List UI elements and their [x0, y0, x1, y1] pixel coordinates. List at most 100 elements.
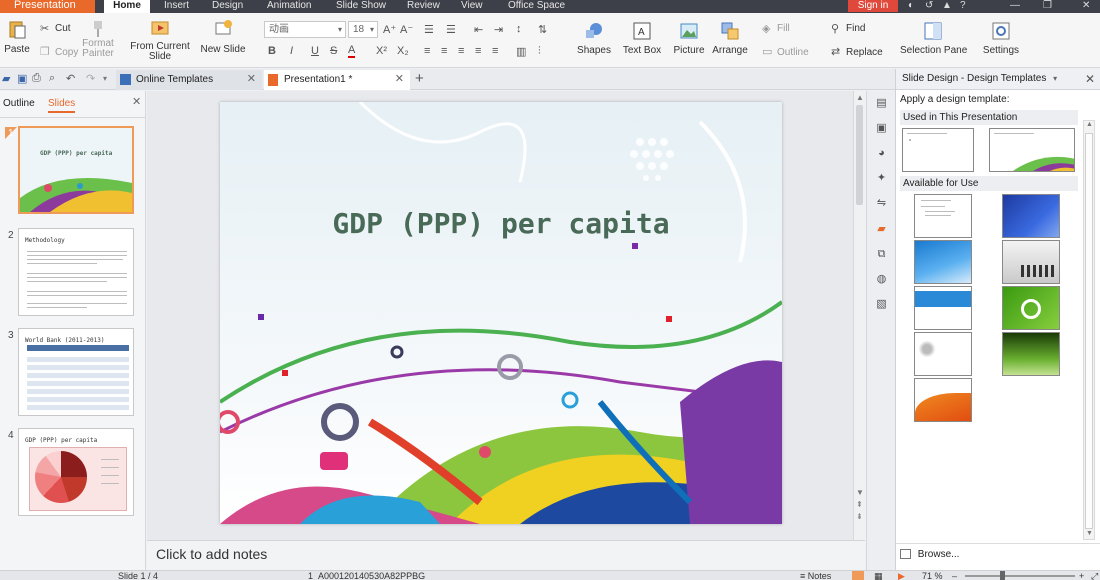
pane-scrollbar[interactable]: ▲ ▼: [1083, 120, 1095, 540]
close-icon[interactable]: ✕: [395, 70, 404, 89]
skin-icon[interactable]: ◐: [908, 0, 914, 11]
scroll-thumb[interactable]: [856, 105, 863, 205]
design-template-icon[interactable]: ▰: [875, 223, 888, 236]
tab-insert[interactable]: Insert: [164, 0, 189, 13]
photo-icon[interactable]: ▧: [875, 298, 888, 311]
slide-thumb-3[interactable]: World Bank (2011-2013): [18, 328, 134, 416]
align-right-icon[interactable]: ≡: [458, 45, 464, 57]
template-thumb[interactable]: [1002, 286, 1060, 330]
close-icon[interactable]: ✕: [247, 70, 256, 89]
align-left-icon[interactable]: ≡: [424, 45, 430, 57]
selection-pane-button[interactable]: Selection Pane: [900, 21, 967, 56]
previous-slide-icon[interactable]: ⇞: [856, 500, 863, 509]
chevron-up-icon[interactable]: ▲: [856, 93, 864, 102]
undo-history-icon[interactable]: ↺: [925, 0, 933, 11]
slide-canvas[interactable]: GDP (PPP) per capita: [220, 102, 782, 524]
animation-icon[interactable]: ✦: [875, 172, 888, 185]
template-thumb[interactable]: [1002, 240, 1060, 284]
minimize-icon[interactable]: —: [1010, 0, 1020, 11]
zoom-in-icon[interactable]: +: [1079, 571, 1084, 580]
slide-sorter-icon[interactable]: ▦: [874, 571, 883, 580]
browse-link[interactable]: Browse...: [900, 549, 959, 560]
chevron-down-icon[interactable]: ▼: [1086, 530, 1093, 537]
paste-button[interactable]: Paste: [2, 19, 32, 55]
chevron-up-icon[interactable]: ▲: [1086, 121, 1093, 128]
font-color-icon[interactable]: A: [348, 45, 356, 58]
notes-toggle[interactable]: ≡ Notes: [800, 571, 831, 580]
transition-icon[interactable]: ⇋: [875, 197, 888, 210]
close-window-icon[interactable]: ✕: [1082, 0, 1090, 11]
fit-window-icon[interactable]: ⤢: [1091, 571, 1098, 580]
close-icon[interactable]: ✕: [1085, 69, 1095, 89]
document-icon[interactable]: ▤: [875, 97, 888, 110]
save-icon[interactable]: ▣: [17, 72, 27, 85]
picture-button[interactable]: Picture: [672, 21, 706, 56]
format-painter-button[interactable]: Format Painter: [80, 19, 116, 59]
app-menu-button[interactable]: Presentation: [0, 0, 95, 13]
template-thumb[interactable]: [902, 128, 974, 172]
arrange-button[interactable]: Arrange: [710, 21, 750, 56]
restore-icon[interactable]: ❐: [1043, 0, 1052, 11]
play-icon[interactable]: ▶: [898, 571, 905, 580]
outline-icon[interactable]: ▭: [762, 45, 772, 58]
find-icon[interactable]: ⚲: [831, 22, 839, 35]
tab-view[interactable]: View: [461, 0, 483, 13]
print-icon[interactable]: ⎙: [32, 72, 41, 85]
help-icon[interactable]: ?: [960, 0, 966, 11]
shapes-button[interactable]: Shapes: [576, 21, 612, 56]
folder-icon[interactable]: ▰: [2, 72, 10, 85]
decrease-indent-icon[interactable]: ⇤: [474, 23, 483, 36]
redo-icon[interactable]: ↷: [86, 72, 95, 85]
text-box-button[interactable]: A Text Box: [622, 21, 662, 56]
subscript-icon[interactable]: X₂: [397, 45, 409, 57]
scroll-thumb[interactable]: [1085, 133, 1093, 529]
superscript-icon[interactable]: X²: [376, 45, 387, 57]
outline-button[interactable]: Outline: [777, 47, 809, 58]
align-center-icon[interactable]: ≡: [441, 45, 447, 57]
template-thumb[interactable]: [914, 240, 972, 284]
text-align-icon[interactable]: ⫶: [538, 45, 541, 58]
zoom-slider-handle[interactable]: [1000, 571, 1005, 580]
notes-pane[interactable]: Click to add notes: [147, 540, 865, 570]
close-icon[interactable]: ✕: [132, 95, 141, 108]
new-slide-button[interactable]: New Slide: [198, 19, 248, 55]
slide-thumb-2[interactable]: Methodology: [18, 228, 134, 316]
fill-icon[interactable]: ◈: [762, 22, 770, 35]
zoom-out-icon[interactable]: –: [952, 571, 957, 580]
grow-font-icon[interactable]: A⁺: [383, 23, 396, 36]
backup-icon[interactable]: ⧉: [875, 248, 888, 261]
chevron-down-icon[interactable]: ▾: [103, 74, 107, 83]
slide-thumb-4[interactable]: GDP (PPP) per capita: [18, 428, 134, 516]
from-current-slide-button[interactable]: From Current Slide: [130, 19, 190, 62]
increase-indent-icon[interactable]: ⇥: [494, 23, 503, 36]
underline-icon[interactable]: U: [311, 45, 319, 57]
tab-online-templates[interactable]: Online Templates ✕: [116, 70, 262, 90]
print-preview-icon[interactable]: ⌕: [49, 72, 55, 85]
distribute-icon[interactable]: ≡: [492, 45, 498, 57]
copy-button[interactable]: Copy: [55, 47, 78, 58]
slide-thumb-1[interactable]: GDP (PPP) per capita: [18, 126, 134, 214]
numbering-icon[interactable]: ☰: [446, 23, 456, 36]
font-name-field[interactable]: 动画 ▾: [264, 21, 346, 38]
tab-presentation1[interactable]: Presentation1 * ✕: [264, 70, 410, 90]
bullets-icon[interactable]: ☰: [424, 23, 434, 36]
tab-outline[interactable]: Outline: [3, 98, 35, 109]
zoom-slider[interactable]: [965, 575, 1075, 577]
zoom-level[interactable]: 71 %: [922, 571, 943, 580]
slide-title[interactable]: GDP (PPP) per capita: [220, 207, 782, 240]
justify-icon[interactable]: ≡: [475, 45, 481, 57]
template-thumb[interactable]: [914, 332, 972, 376]
tab-slide-show[interactable]: Slide Show: [336, 0, 386, 13]
sign-in-button[interactable]: Sign in: [848, 0, 898, 12]
normal-view-icon[interactable]: [852, 571, 864, 580]
tab-animation[interactable]: Animation: [267, 0, 311, 13]
shapes-icon[interactable]: ◍: [875, 273, 888, 286]
template-thumb[interactable]: [1002, 194, 1060, 238]
template-thumb[interactable]: [914, 286, 972, 330]
settings-button[interactable]: Settings: [978, 21, 1024, 56]
template-thumb[interactable]: [914, 378, 972, 422]
copy-icon[interactable]: ❐: [40, 45, 50, 58]
replace-button[interactable]: Replace: [846, 47, 883, 58]
text-direction-icon[interactable]: ⇅: [538, 23, 547, 36]
next-slide-icon[interactable]: ⇟: [856, 512, 863, 521]
